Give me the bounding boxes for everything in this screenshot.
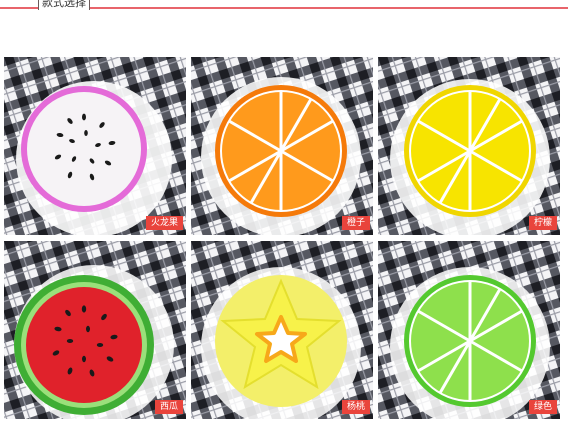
style-label: 橙子 — [341, 216, 370, 230]
style-option-watermelon[interactable]: 西瓜 — [4, 241, 186, 419]
style-label: 火龙果 — [145, 216, 183, 230]
style-option-orange[interactable]: 橙子 — [191, 57, 373, 235]
style-option-lime[interactable]: 绿色 — [378, 241, 560, 419]
style-label: 西瓜 — [154, 400, 183, 414]
style-label: 绿色 — [528, 400, 557, 414]
starfruit-coaster-icon — [191, 241, 373, 419]
section-header: 款式选择 — [0, 0, 568, 12]
lemon-coaster-icon — [378, 57, 560, 235]
section-title: 款式选择 — [38, 0, 90, 10]
dragon-fruit-coaster-icon — [4, 57, 186, 235]
style-option-starfruit[interactable]: 杨桃 — [191, 241, 373, 419]
style-label: 杨桃 — [341, 400, 370, 414]
orange-coaster-icon — [191, 57, 373, 235]
style-option-lemon[interactable]: 柠檬 — [378, 57, 560, 235]
lime-coaster-icon — [378, 241, 560, 419]
style-label: 柠檬 — [528, 216, 557, 230]
style-option-dragon-fruit[interactable]: 火龙果 — [4, 57, 186, 235]
watermelon-coaster-icon — [4, 241, 186, 419]
style-grid: 火龙果 橙子 柠檬 西瓜 杨桃 绿色 — [4, 57, 564, 419]
